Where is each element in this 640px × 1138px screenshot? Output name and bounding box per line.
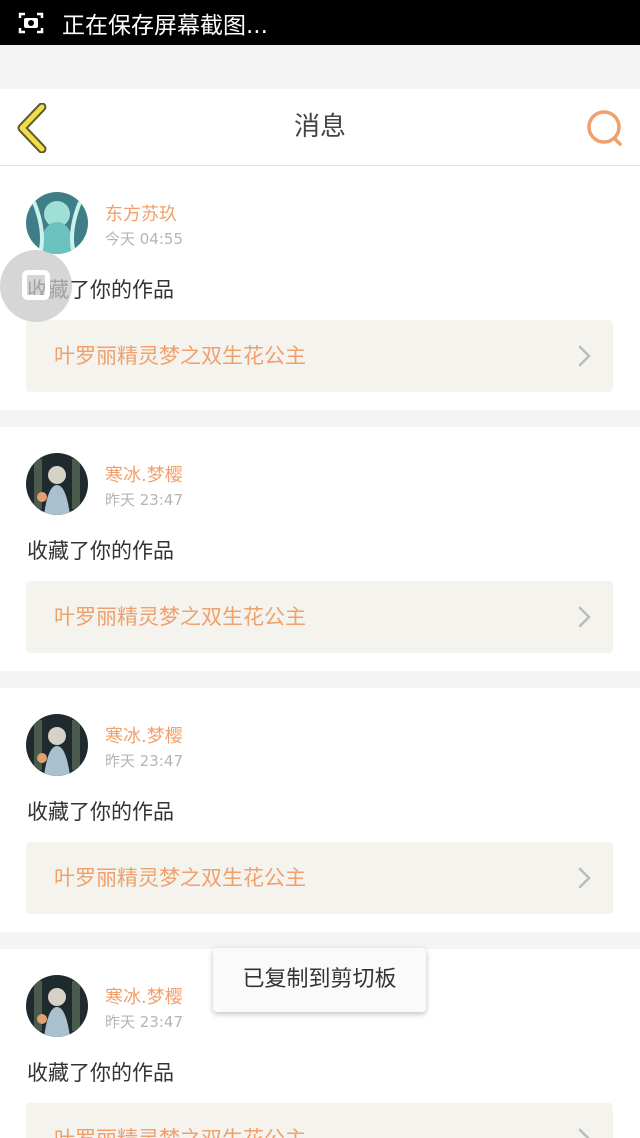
action-text: 收藏了你的作品 bbox=[27, 539, 174, 563]
work-title: 叶罗丽精灵梦之双生花公主 bbox=[54, 605, 306, 629]
username[interactable]: 东方苏玖 bbox=[105, 200, 177, 226]
work-link[interactable]: 叶罗丽精灵梦之双生花公主 bbox=[26, 320, 613, 392]
chevron-right-icon bbox=[578, 606, 591, 628]
back-button[interactable] bbox=[12, 102, 56, 154]
timestamp: 昨天 23:47 bbox=[105, 1013, 183, 1031]
chevron-right-icon bbox=[578, 1128, 590, 1138]
chevron-right-icon bbox=[578, 867, 591, 889]
username[interactable]: 寒冰.梦樱 bbox=[105, 461, 183, 487]
chevron-left-icon bbox=[17, 102, 47, 154]
work-title: 叶罗丽精灵梦之双生花公主 bbox=[54, 344, 306, 368]
search-button[interactable] bbox=[584, 107, 626, 149]
work-title: 叶罗丽精灵梦之双生花公主 bbox=[54, 1103, 306, 1138]
screenshot-icon bbox=[18, 12, 44, 34]
avatar[interactable] bbox=[26, 192, 88, 254]
assist-icon bbox=[22, 270, 50, 300]
work-link[interactable]: 叶罗丽精灵梦之双生花公主 bbox=[26, 842, 613, 914]
message-card[interactable]: 寒冰.梦樱 昨天 23:47 收藏了你的作品 叶罗丽精灵梦之双生花公主 bbox=[0, 427, 640, 671]
search-icon bbox=[587, 110, 622, 146]
message-card[interactable]: 东方苏玖 今天 04:55 收藏了你的作品 叶罗丽精灵梦之双生花公主 bbox=[0, 166, 640, 410]
page-title: 消息 bbox=[293, 112, 346, 142]
header-bar: 消息 bbox=[0, 89, 640, 166]
message-card[interactable]: 寒冰.梦樱 昨天 23:47 收藏了你的作品 叶罗丽精灵梦之双生花公主 bbox=[0, 688, 640, 932]
username[interactable]: 寒冰.梦樱 bbox=[105, 983, 183, 1009]
action-text: 收藏了你的作品 bbox=[27, 800, 174, 824]
action-text: 收藏了你的作品 bbox=[27, 1061, 174, 1085]
status-bar: 正在保存屏幕截图... bbox=[0, 0, 640, 45]
chevron-right-icon bbox=[578, 345, 591, 367]
work-link[interactable]: 叶罗丽精灵梦之双生花公主 bbox=[26, 1103, 613, 1138]
toast-message: 已复制到剪切板 bbox=[213, 948, 426, 1012]
avatar[interactable] bbox=[26, 714, 88, 776]
timestamp: 昨天 23:47 bbox=[105, 752, 183, 770]
avatar[interactable] bbox=[26, 975, 88, 1037]
work-title: 叶罗丽精灵梦之双生花公主 bbox=[54, 866, 306, 890]
work-link[interactable]: 叶罗丽精灵梦之双生花公主 bbox=[26, 581, 613, 653]
username[interactable]: 寒冰.梦樱 bbox=[105, 722, 183, 748]
timestamp: 昨天 23:47 bbox=[105, 491, 183, 509]
timestamp: 今天 04:55 bbox=[105, 230, 183, 248]
floating-assist-button[interactable] bbox=[0, 250, 72, 322]
status-text: 正在保存屏幕截图... bbox=[62, 12, 268, 39]
avatar[interactable] bbox=[26, 453, 88, 515]
